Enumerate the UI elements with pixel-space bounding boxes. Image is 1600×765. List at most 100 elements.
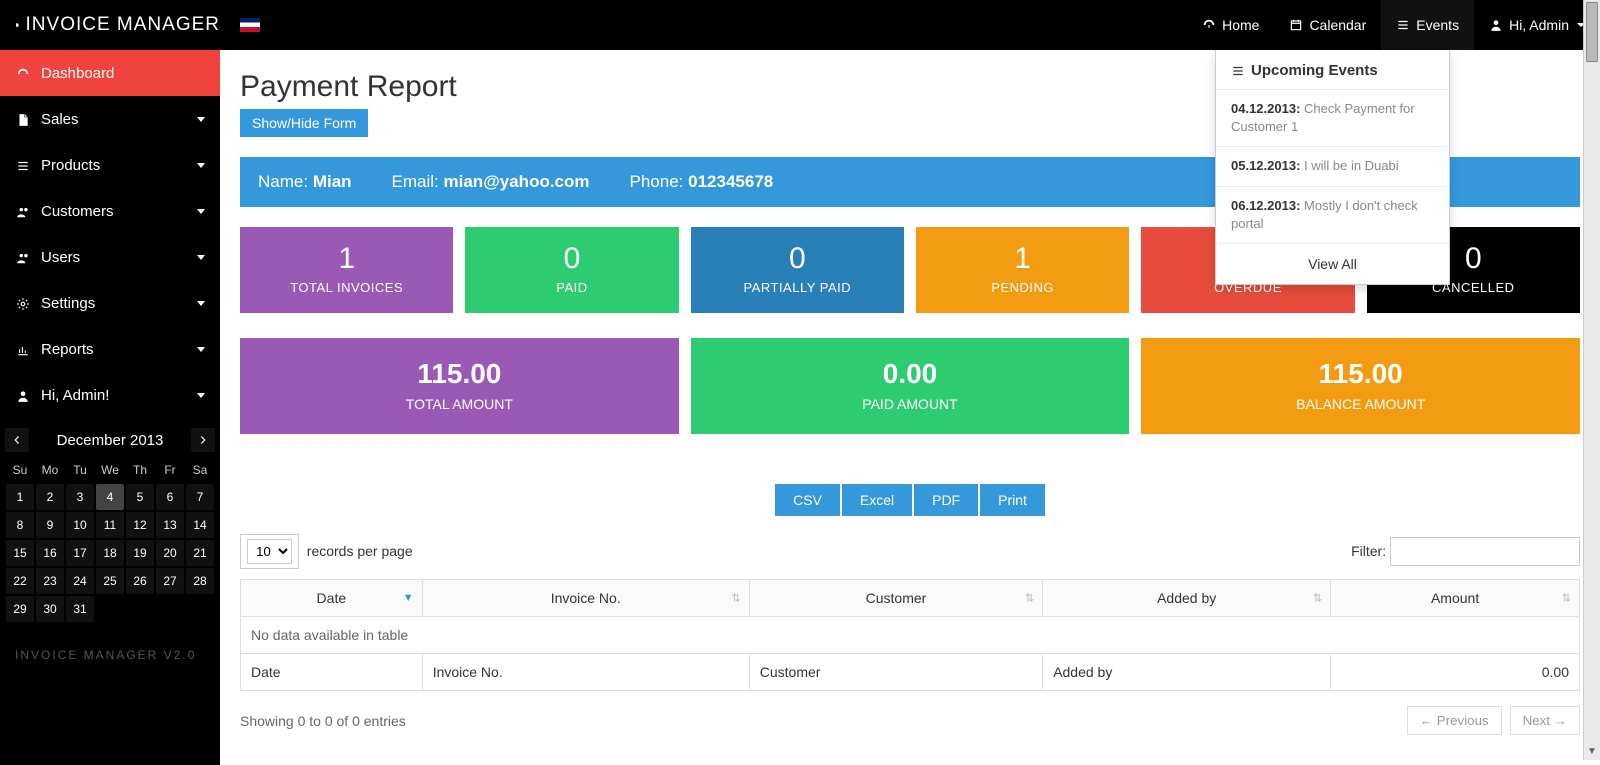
sidebar-item-customers[interactable]: Customers (0, 188, 220, 234)
filter-input[interactable] (1390, 537, 1580, 566)
cal-day[interactable]: 29 (6, 596, 34, 622)
cal-day[interactable]: 6 (156, 484, 184, 510)
stat-partially-paid: 0PARTIALLY PAID (691, 227, 904, 313)
chevron-down-icon (197, 393, 205, 398)
events-view-all[interactable]: View All (1216, 243, 1449, 284)
filter-label: Filter: (1351, 543, 1386, 559)
cal-day[interactable]: 28 (186, 568, 214, 594)
chevron-left-icon (10, 433, 24, 447)
sidebar-item-sales[interactable]: Sales (0, 96, 220, 142)
export-csv-button[interactable]: CSV (775, 484, 840, 516)
col-added-by[interactable]: Added by⇅ (1043, 580, 1331, 617)
cal-day[interactable]: 18 (96, 540, 124, 566)
products-icon (15, 159, 31, 173)
scroll-thumb[interactable] (1586, 2, 1598, 62)
sales-icon (15, 113, 31, 127)
export-excel-button[interactable]: Excel (842, 484, 912, 516)
cal-day[interactable]: 15 (6, 540, 34, 566)
table-empty: No data available in table (241, 617, 1580, 654)
sidebar-item-products[interactable]: Products (0, 142, 220, 188)
footer-col: Added by (1043, 654, 1331, 691)
cal-prev-button[interactable] (5, 428, 29, 452)
payments-table: Date▼Invoice No.⇅Customer⇅Added by⇅Amoun… (240, 579, 1580, 691)
nav-user[interactable]: Hi, Admin (1474, 0, 1600, 50)
cal-day[interactable]: 19 (126, 540, 154, 566)
sidebar-item-hi-admin-[interactable]: Hi, Admin! (0, 372, 220, 418)
export-pdf-button[interactable]: PDF (914, 484, 978, 516)
stat-total-invoices: 1TOTAL INVOICES (240, 227, 453, 313)
event-item[interactable]: 06.12.2013: Mostly I don't check portal (1216, 186, 1449, 243)
cal-day[interactable]: 2 (36, 484, 64, 510)
dashboard-icon (15, 67, 31, 81)
cal-day[interactable]: 16 (36, 540, 64, 566)
cal-next-button[interactable] (191, 428, 215, 452)
cal-day[interactable]: 11 (96, 512, 124, 538)
dashboard-icon (1202, 18, 1216, 32)
cal-day[interactable]: 5 (126, 484, 154, 510)
col-amount[interactable]: Amount⇅ (1331, 580, 1580, 617)
scrollbar[interactable]: ▲ ▼ (1583, 0, 1600, 760)
cal-day[interactable]: 22 (6, 568, 34, 594)
cal-day[interactable]: 1 (6, 484, 34, 510)
nav-calendar[interactable]: Calendar (1274, 0, 1381, 50)
main: Payment Report Show/Hide Form Name: Mian… (220, 50, 1600, 765)
stat-value: 0 (691, 242, 904, 276)
table-info: Showing 0 to 0 of 0 entries (240, 713, 406, 729)
cal-day[interactable]: 30 (36, 596, 64, 622)
cal-day[interactable]: 9 (36, 512, 64, 538)
nav-events[interactable]: Events (1381, 0, 1474, 50)
cal-day[interactable]: 7 (186, 484, 214, 510)
cal-day[interactable]: 17 (66, 540, 94, 566)
export-print-button[interactable]: Print (980, 484, 1045, 516)
prev-button[interactable]: ← Previous (1407, 706, 1502, 735)
cal-day[interactable]: 25 (96, 568, 124, 594)
user-icon (1489, 18, 1503, 32)
cal-day[interactable]: 3 (66, 484, 94, 510)
brand[interactable]: INVOICE MANAGER (0, 14, 220, 36)
page-length-select[interactable]: 10 (247, 539, 292, 564)
scroll-down-icon[interactable]: ▼ (1584, 743, 1600, 760)
hi, admin!-icon (15, 389, 31, 403)
cal-day[interactable]: 21 (186, 540, 214, 566)
cal-day[interactable]: 12 (126, 512, 154, 538)
cal-day[interactable]: 26 (126, 568, 154, 594)
cal-day[interactable]: 20 (156, 540, 184, 566)
customer-name: Mian (313, 172, 352, 191)
cal-dow: Sa (185, 457, 215, 483)
sidebar-item-settings[interactable]: Settings (0, 280, 220, 326)
next-button[interactable]: Next → (1510, 706, 1580, 735)
event-item[interactable]: 05.12.2013: I will be in Duabi (1216, 146, 1449, 185)
cal-day[interactable]: 8 (6, 512, 34, 538)
col-invoice-no-[interactable]: Invoice No.⇅ (422, 580, 749, 617)
sidebar-item-label: Products (41, 157, 100, 174)
amount-total-amount: 115.00TOTAL AMOUNT (240, 338, 679, 434)
cal-day[interactable]: 14 (186, 512, 214, 538)
chevron-down-icon (197, 117, 205, 122)
sidebar-item-reports[interactable]: Reports (0, 326, 220, 372)
toggle-form-button[interactable]: Show/Hide Form (240, 109, 368, 137)
amount-value: 115.00 (240, 358, 679, 390)
customers-icon (15, 205, 31, 219)
sidebar-item-users[interactable]: Users (0, 234, 220, 280)
cal-day[interactable]: 27 (156, 568, 184, 594)
cal-dow: Th (125, 457, 155, 483)
flag-icon[interactable] (240, 18, 260, 32)
sidebar-item-label: Hi, Admin! (41, 387, 109, 404)
amount-value: 115.00 (1141, 358, 1580, 390)
page-length-label: records per page (307, 543, 413, 559)
cal-day[interactable]: 31 (66, 596, 94, 622)
sidebar-item-dashboard[interactable]: Dashboard (0, 50, 220, 96)
events-dropdown: Upcoming Events 04.12.2013: Check Paymen… (1215, 50, 1450, 285)
event-item[interactable]: 04.12.2013: Check Payment for Customer 1 (1216, 89, 1449, 146)
cal-day[interactable]: 10 (66, 512, 94, 538)
col-customer[interactable]: Customer⇅ (749, 580, 1042, 617)
list-icon (1231, 64, 1245, 78)
sidebar-item-label: Settings (41, 295, 95, 312)
cal-day[interactable]: 4 (96, 484, 124, 510)
col-date[interactable]: Date▼ (241, 580, 423, 617)
cal-day[interactable]: 24 (66, 568, 94, 594)
nav-home[interactable]: Home (1187, 0, 1274, 50)
cal-title: December 2013 (57, 432, 164, 449)
cal-day[interactable]: 23 (36, 568, 64, 594)
cal-day[interactable]: 13 (156, 512, 184, 538)
